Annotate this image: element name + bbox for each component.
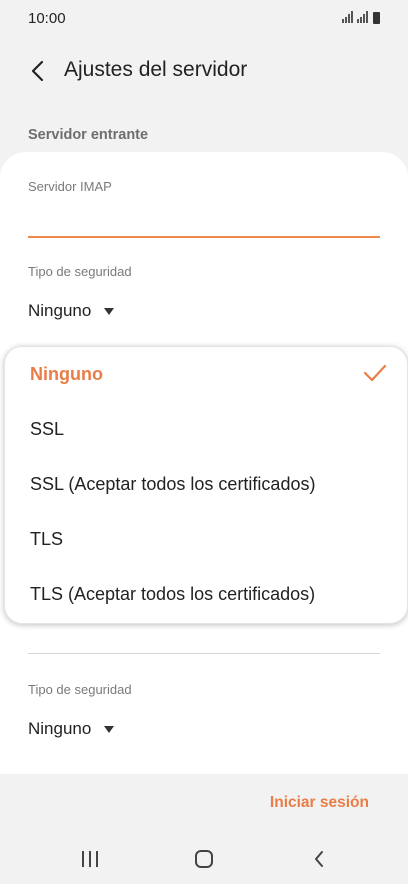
option-tls[interactable]: TLS xyxy=(5,512,407,567)
imap-server-label: Servidor IMAP xyxy=(28,179,112,194)
back-arrow-icon xyxy=(31,60,44,82)
option-ssl-accept-all[interactable]: SSL (Aceptar todos los certificados) xyxy=(5,457,407,512)
dropdown-arrow-icon xyxy=(104,307,115,315)
back-button[interactable] xyxy=(24,56,50,86)
recent-apps-icon xyxy=(82,851,98,867)
signal-icon xyxy=(342,11,380,26)
header: Ajustes del servidor xyxy=(0,54,408,88)
signin-button[interactable]: Iniciar sesión xyxy=(270,794,369,812)
security-type-label: Tipo de seguridad xyxy=(28,264,132,279)
recent-apps-button[interactable] xyxy=(70,844,110,874)
page-title: Ajustes del servidor xyxy=(64,58,248,81)
back-icon xyxy=(315,851,323,867)
section-label: Servidor entrante xyxy=(28,127,149,143)
divider xyxy=(28,653,380,654)
outgoing-security-type-label: Tipo de seguridad xyxy=(28,682,132,697)
checkmark-icon xyxy=(363,364,387,382)
option-label: TLS xyxy=(30,529,64,549)
option-ssl[interactable]: SSL xyxy=(5,402,407,457)
option-tls-accept-all[interactable]: TLS (Aceptar todos los certificados) xyxy=(5,567,407,622)
nav-back-button[interactable] xyxy=(299,844,339,874)
signal-bars-icon xyxy=(342,11,368,23)
option-label: SSL xyxy=(30,419,65,439)
home-button[interactable] xyxy=(184,844,224,874)
status-time: 10:00 xyxy=(28,10,66,27)
option-ninguno[interactable]: Ninguno xyxy=(5,347,407,402)
option-label: Ninguno xyxy=(30,364,103,384)
security-type-select[interactable]: Ninguno xyxy=(28,301,115,321)
outgoing-security-type-value: Ninguno xyxy=(28,719,92,738)
battery-icon xyxy=(373,12,380,24)
security-type-value: Ninguno xyxy=(28,301,92,320)
outgoing-security-type-select[interactable]: Ninguno xyxy=(28,719,115,739)
status-bar: 10:00 xyxy=(0,0,408,40)
bottom-bar: Iniciar sesión xyxy=(0,774,408,884)
option-label: SSL (Aceptar todos los certificados) xyxy=(30,474,316,494)
imap-server-input[interactable] xyxy=(28,202,380,238)
home-icon xyxy=(195,850,213,868)
option-label: TLS (Aceptar todos los certificados) xyxy=(30,584,316,604)
security-type-dropdown: Ninguno SSL SSL (Aceptar todos los certi… xyxy=(4,346,408,624)
dropdown-arrow-icon xyxy=(104,725,115,733)
